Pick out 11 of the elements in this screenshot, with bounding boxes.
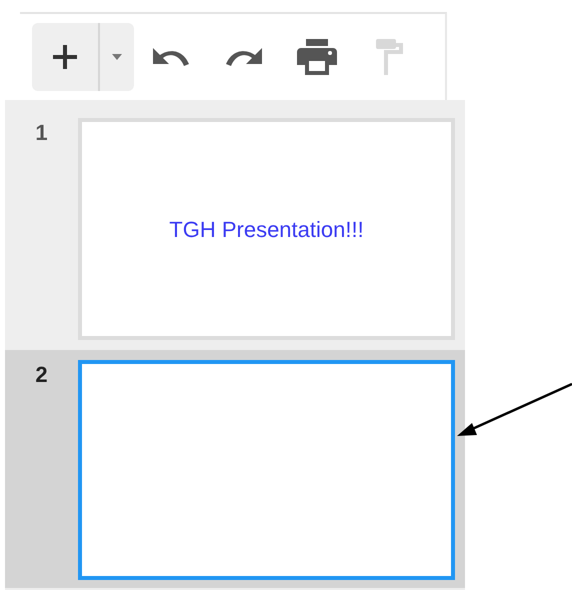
redo-icon (224, 46, 264, 68)
undo-icon (150, 46, 190, 68)
caret-icon (112, 54, 122, 60)
slide-thumbnail[interactable] (78, 360, 455, 580)
slide-number: 2 (34, 361, 49, 389)
paint-roller-icon (376, 39, 404, 75)
slide-number: 1 (34, 119, 49, 147)
slide-thumbnail[interactable]: TGH Presentation!!! (78, 118, 455, 340)
new-slide-icon (52, 44, 78, 70)
printer-icon (296, 39, 336, 75)
slide-title: TGH Presentation!!! (169, 216, 364, 244)
